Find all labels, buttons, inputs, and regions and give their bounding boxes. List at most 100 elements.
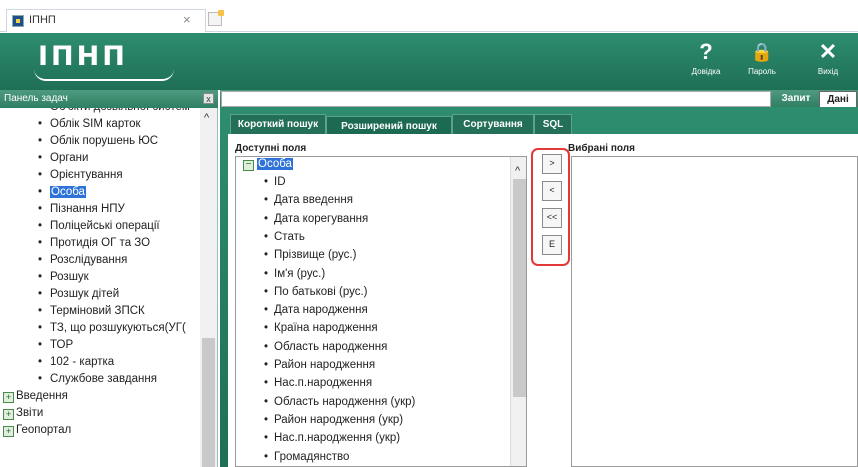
tree-item-label: 102 - картка	[50, 356, 115, 368]
query-button[interactable]: Запит	[775, 91, 817, 106]
field-item-label: Область народження (укр)	[274, 395, 416, 408]
help-label: Довідка	[691, 67, 721, 76]
expand-icon[interactable]: +	[3, 426, 14, 437]
tree-item-label: Геопортал	[16, 424, 72, 436]
bullet-icon: •	[38, 237, 43, 249]
bullet-icon: •	[38, 288, 43, 300]
bullet-icon: •	[264, 285, 269, 298]
field-item-label: Ім'я (рус.)	[274, 267, 326, 280]
tree-item-label: Пізнання НПУ	[50, 203, 125, 215]
tab-sorting[interactable]: Сортування	[452, 114, 534, 136]
password-button[interactable]: 🔒 Пароль	[736, 39, 788, 87]
bullet-icon: •	[38, 271, 43, 283]
tree-item-label: Облік порушень ЮС	[50, 135, 159, 147]
collapse-icon[interactable]: −	[243, 160, 254, 171]
task-panel-title: Панель задач	[0, 90, 218, 108]
advanced-search-panel: Доступні поля Вибрані поля − Особа • ID • Д…	[228, 134, 858, 467]
bullet-icon: •	[264, 176, 269, 188]
app-header: ІПНП ? Довідка 🔒 Пароль ✕ Вихід	[0, 33, 858, 90]
help-button[interactable]: ? Довідка	[680, 39, 732, 87]
bullet-icon: •	[38, 135, 43, 147]
scroll-thumb[interactable]	[513, 179, 526, 397]
remove-all-button[interactable]: <<	[542, 208, 562, 228]
field-root-label: Особа	[257, 158, 293, 170]
bullet-icon: •	[38, 152, 43, 164]
password-label: Пароль	[748, 67, 776, 76]
tree-item-label: ТОР	[50, 339, 74, 351]
new-tab-icon[interactable]	[208, 10, 224, 26]
close-tab-icon[interactable]: ×	[183, 12, 191, 27]
bullet-icon: •	[264, 322, 269, 335]
scroll-up-icon[interactable]: ^	[204, 112, 209, 124]
query-bar: Запит Дані	[220, 90, 858, 108]
field-item-label: Район народження (укр)	[274, 413, 404, 426]
help-icon: ?	[699, 39, 713, 64]
tree-item-label: Терміновий ЗПСК	[50, 305, 145, 317]
task-panel-scrollbar[interactable]: ^	[200, 108, 217, 467]
tree-item-label: Поліцейські операції	[50, 220, 160, 232]
tab-advanced-search[interactable]: Розширений пошук	[326, 116, 452, 136]
bullet-icon: •	[38, 186, 43, 198]
tab-short-search[interactable]: Короткий пошук	[230, 114, 326, 136]
bullet-icon: •	[264, 359, 269, 371]
remove-field-button[interactable]: <	[542, 181, 562, 201]
close-panel-icon[interactable]: x	[203, 93, 214, 104]
bullet-icon: •	[264, 267, 269, 280]
scroll-up-icon[interactable]: ^	[515, 165, 520, 177]
field-item-label: Дата введення	[274, 194, 353, 207]
tree-item-label: Розслідування	[50, 254, 128, 266]
bullet-icon: •	[264, 340, 269, 353]
move-buttons-group: > < << E	[531, 148, 570, 266]
field-item-label: Нас.п.народження	[274, 377, 373, 390]
exit-button[interactable]: ✕ Вихід	[802, 39, 854, 87]
field-item-label: По батькові (рус.)	[274, 285, 368, 298]
bullet-icon: •	[264, 194, 269, 207]
tree-item-label: Введення	[16, 390, 68, 402]
field-item-label: Область народження	[274, 340, 388, 353]
expand-icon[interactable]: +	[3, 392, 14, 403]
exit-label: Вихід	[817, 67, 839, 76]
field-item-label: Країна народження	[274, 322, 378, 335]
logo-arc	[34, 69, 174, 81]
exit-icon: ✕	[818, 39, 838, 64]
tree-item-label: Об'єкти дозвільної систем	[50, 108, 190, 113]
bullet-icon: •	[264, 395, 269, 408]
app-favicon-icon	[12, 15, 24, 27]
tab-sql[interactable]: SQL	[534, 114, 572, 136]
tree-item-label: Розшук дітей	[50, 288, 120, 300]
field-item-label: Громадянство	[274, 450, 350, 463]
browser-tab[interactable]: ІПНП ×	[6, 9, 206, 32]
bullet-icon: •	[38, 169, 43, 181]
bullet-icon: •	[38, 373, 43, 385]
task-tree: • Об'єкти дозвільної систем • Облік SIM кар…	[0, 108, 200, 467]
browser-tab-strip: ІПНП ×	[0, 0, 858, 32]
scroll-thumb[interactable]	[202, 338, 215, 467]
data-button[interactable]: Дані	[819, 91, 857, 108]
bullet-icon: •	[264, 230, 269, 243]
add-field-button[interactable]: >	[542, 154, 562, 174]
tree-item-label: Орієнтування	[50, 169, 123, 181]
selected-fields-list[interactable]	[571, 156, 858, 467]
tree-item-label: Облік SIM карток	[50, 118, 141, 130]
bullet-icon: •	[264, 432, 269, 445]
bullet-icon: •	[264, 450, 269, 463]
field-item-label: Дата народження	[274, 304, 368, 317]
bullet-icon: •	[264, 304, 269, 317]
tree-item-label: Особа	[50, 186, 86, 198]
bullet-icon: •	[38, 322, 43, 334]
selected-fields-label: Вибрані поля	[568, 143, 635, 154]
bullet-icon: •	[264, 377, 269, 390]
lock-icon: 🔒	[750, 42, 774, 62]
available-fields-label: Доступні поля	[235, 143, 307, 154]
task-panel: Панель задач x • Об'єкти дозвільної систе…	[0, 90, 218, 467]
field-item-label: ID	[274, 176, 286, 188]
expression-button[interactable]: E	[542, 235, 562, 255]
field-item-label: Дата корегування	[274, 212, 369, 225]
bullet-icon: •	[38, 203, 43, 215]
available-fields-scrollbar[interactable]: ^	[510, 157, 526, 466]
bullet-icon: •	[38, 118, 43, 130]
query-input[interactable]	[221, 91, 771, 107]
browser-tab-title: ІПНП	[29, 14, 56, 26]
expand-icon[interactable]: +	[3, 409, 14, 420]
bullet-icon: •	[264, 249, 269, 262]
